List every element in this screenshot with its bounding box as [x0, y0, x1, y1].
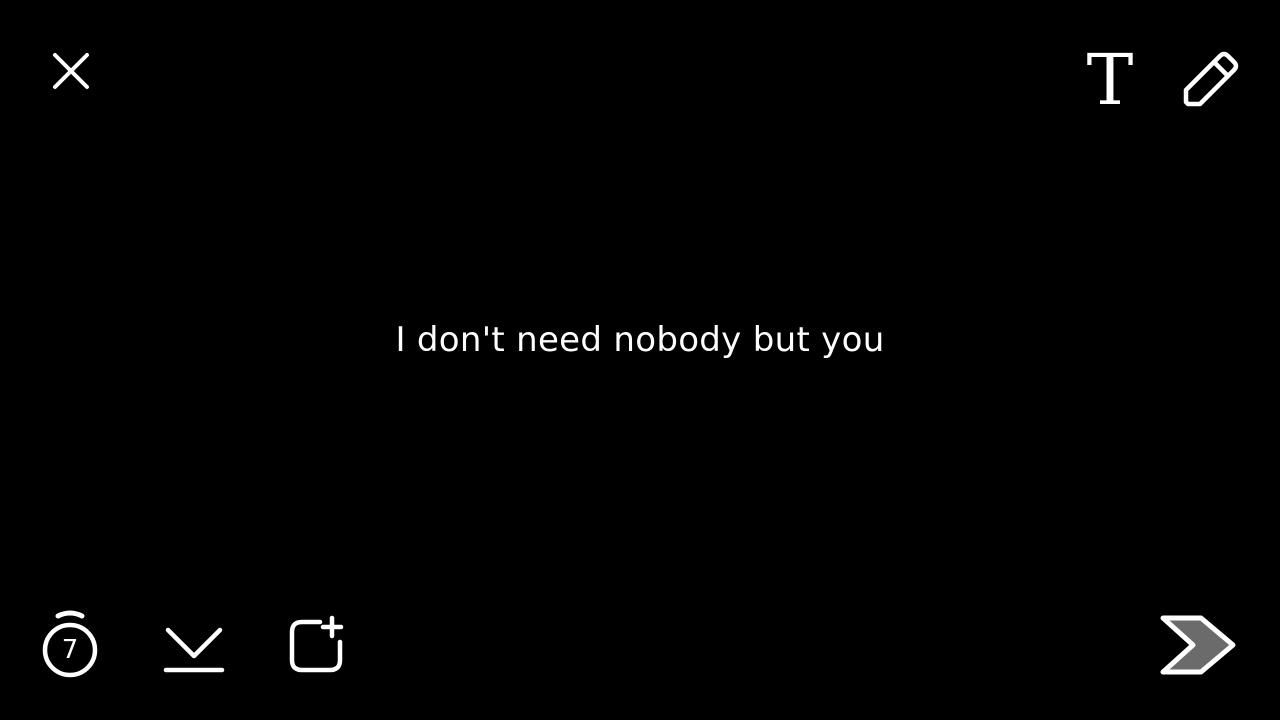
snap-caption[interactable]: I don't need nobody but you [0, 318, 1280, 362]
timer-button[interactable]: 7 [38, 608, 102, 682]
pencil-icon [1183, 51, 1239, 107]
close-button[interactable] [40, 40, 102, 102]
draw-tool-button[interactable] [1174, 46, 1244, 114]
close-icon [53, 53, 89, 89]
add-to-story-button[interactable] [284, 612, 350, 678]
send-button[interactable] [1152, 608, 1242, 682]
add-to-story-icon [289, 615, 344, 673]
save-button[interactable] [158, 614, 230, 678]
text-tool-button[interactable]: T [1078, 39, 1142, 121]
send-arrow-icon [1160, 615, 1236, 675]
snap-editor-screen: T I don't need nobody but you 7 [0, 0, 1280, 720]
timer-value: 7 [61, 635, 79, 665]
text-tool-icon: T [1086, 39, 1134, 121]
download-icon [163, 627, 225, 673]
